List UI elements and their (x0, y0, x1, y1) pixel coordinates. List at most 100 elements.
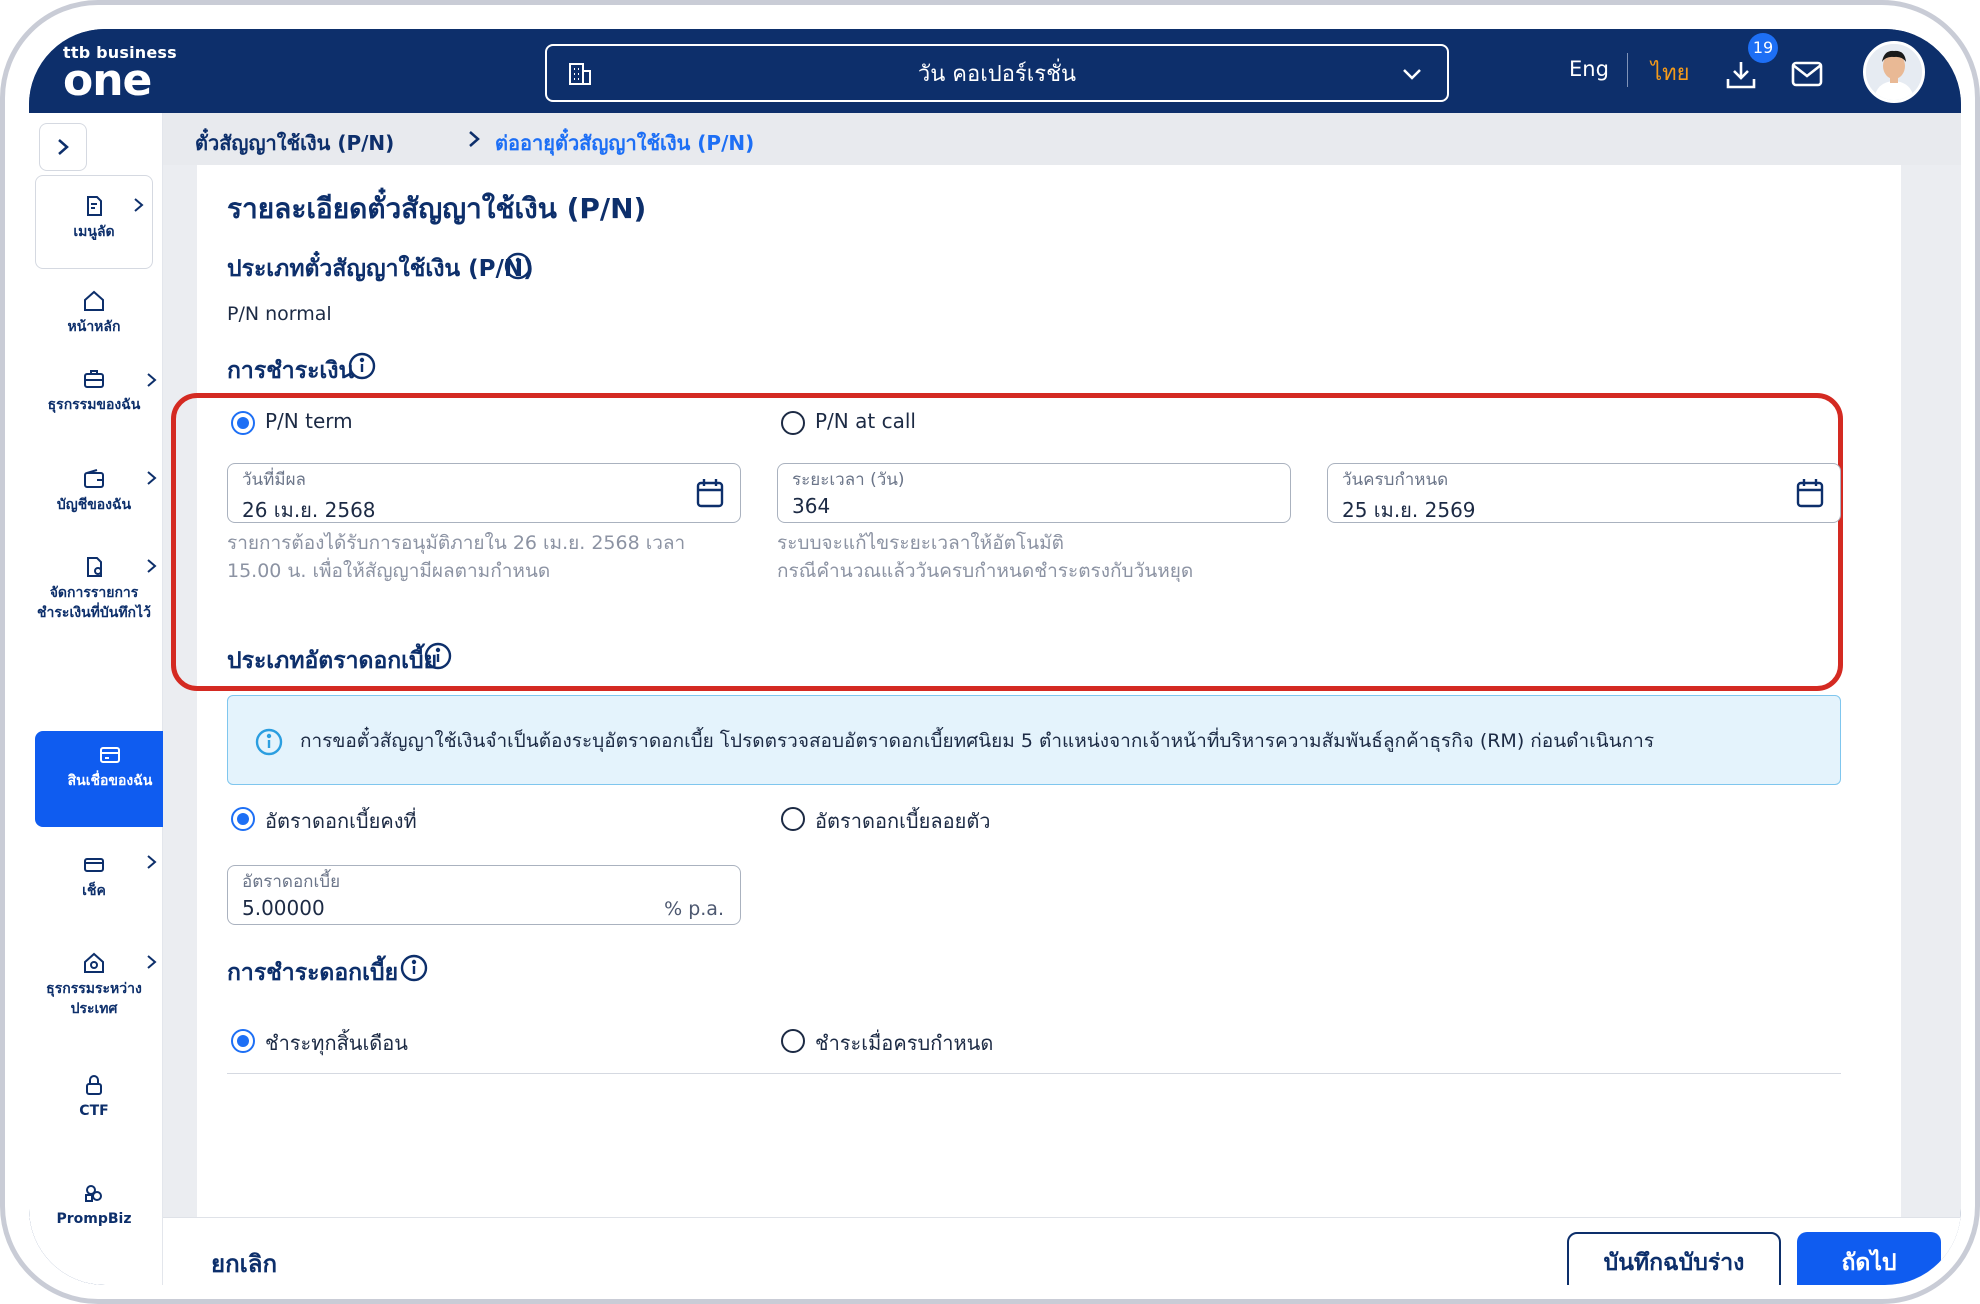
rate-type-heading: ประเภทอัตราดอกเบี้ย (227, 648, 438, 674)
radio-fixed-rate-label[interactable]: อัตราดอกเบี้ยคงที่ (265, 805, 417, 837)
radio-pay-monthly-label[interactable]: ชำระทุกสิ้นเดือน (265, 1027, 408, 1059)
maturity-date-field[interactable]: วันครบกำหนด 25 เม.ย. 2569 (1327, 463, 1841, 523)
field-value: 364 (792, 494, 831, 518)
sidebar-item-cheque[interactable]: เช็ค (35, 853, 157, 901)
user-avatar[interactable] (1863, 41, 1925, 103)
sidebar: เมนูลัด หน้าหลัก ธุรกรรมของฉัน บัญชีของฉ… (29, 113, 185, 1285)
form-content: รายละเอียดตั๋วสัญญาใช้เงิน (P/N) ประเภทต… (171, 165, 1901, 1285)
save-draft-button[interactable]: บันทึกฉบับร่าง (1567, 1232, 1781, 1285)
mail-icon[interactable] (1791, 61, 1823, 87)
pn-type-heading: ประเภทตั๋วสัญญาใช้เงิน (P/N) (227, 256, 534, 282)
radio-pay-at-maturity[interactable] (781, 1029, 805, 1053)
user-photo (1866, 44, 1922, 100)
field-label: วันครบกำหนด (1342, 470, 1449, 490)
effective-date-field[interactable]: วันที่มีผล 26 เม.ย. 2568 (227, 463, 741, 523)
chevron-right-icon (134, 198, 144, 212)
device-frame: ttb business one วัน คอเปอร์เรชั่น Eng ไ… (0, 0, 1980, 1304)
top-header: ttb business one วัน คอเปอร์เรชั่น Eng ไ… (29, 29, 1961, 113)
field-label: วันที่มีผล (242, 470, 306, 490)
duration-hint-1: ระบบจะแก้ไขระยะเวลาให้อัตโนมัติ (777, 532, 1064, 554)
sidebar-item-label: เช็ค (82, 883, 106, 899)
rate-notice: การขอตั๋วสัญญาใช้เงินจำเป็นต้องระบุอัตรา… (227, 695, 1841, 785)
field-value: 26 เม.ย. 2568 (242, 498, 376, 522)
language-thai[interactable]: ไทย (1651, 55, 1689, 90)
field-label: ระยะเวลา (วัน) (792, 470, 905, 490)
sidebar-item-label: CTF (79, 1103, 109, 1119)
card-icon (100, 747, 120, 763)
interest-rate-field[interactable]: อัตราดอกเบี้ย 5.00000 % p.a. (227, 865, 741, 925)
radio-floating-rate-label[interactable]: อัตราดอกเบี้ยลอยตัว (815, 805, 991, 837)
logo[interactable]: one (63, 59, 152, 103)
sidebar-item-prompbiz[interactable]: PrompBiz (35, 1181, 153, 1229)
sidebar-item-label: หน้าหลัก (67, 319, 121, 335)
company-selector[interactable]: วัน คอเปอร์เรชั่น (545, 44, 1449, 102)
effective-date-hint-1: รายการต้องได้รับการอนุมัติภายใน 26 เม.ย.… (227, 532, 686, 554)
pn-type-value: P/N normal (227, 303, 332, 325)
next-button[interactable]: ถัดไป (1797, 1232, 1941, 1285)
radio-floating-rate[interactable] (781, 807, 805, 831)
radio-pn-at-call-label[interactable]: P/N at call (815, 409, 916, 433)
breadcrumb: ตั๋วสัญญาใช้เงิน (P/N) ต่ออายุตั๋วสัญญาใ… (163, 113, 1961, 165)
action-footer: ยกเลิก บันทึกฉบับร่าง ถัดไป (163, 1217, 1961, 1285)
home-icon (84, 290, 104, 311)
building-icon (569, 63, 591, 85)
chevron-right-icon (469, 131, 480, 147)
prompbiz-icon (85, 1185, 102, 1202)
duration-hint-2: กรณีคำนวณแล้ววันครบกำหนดชำระตรงกับวันหยุ… (777, 560, 1194, 582)
language-english[interactable]: Eng (1569, 57, 1609, 81)
chevron-right-icon (147, 373, 157, 387)
info-icon[interactable] (347, 351, 377, 381)
sidebar-expand-button[interactable] (39, 123, 87, 171)
chevron-right-icon (147, 471, 157, 485)
interest-payment-heading: การชำระดอกเบี้ย (227, 960, 399, 986)
radio-pn-term-label[interactable]: P/N term (265, 409, 353, 433)
lock-icon (86, 1075, 102, 1095)
main-area: ตั๋วสัญญาใช้เงิน (P/N) ต่ออายุตั๋วสัญญาใ… (163, 113, 1961, 1285)
cancel-button[interactable]: ยกเลิก (211, 1244, 277, 1283)
info-icon[interactable] (399, 953, 429, 983)
page-title: รายละเอียดตั๋วสัญญาใช้เงิน (P/N) (227, 192, 647, 225)
radio-pay-monthly[interactable] (231, 1029, 255, 1053)
radio-pn-term[interactable] (231, 411, 255, 435)
sidebar-item-label: จัดการรายการชำระเงินที่บันทึกไว้ (37, 585, 151, 621)
download-icon[interactable] (1725, 59, 1757, 91)
info-icon[interactable] (503, 251, 533, 281)
sidebar-item-international[interactable]: ธุรกรรมระหว่างประเทศ (29, 951, 165, 1019)
sidebar-item-label: เมนูลัด (73, 224, 115, 240)
sidebar-item-home[interactable]: หน้าหลัก (35, 289, 153, 337)
sidebar-item-label: ธุรกรรมของฉัน (47, 397, 141, 413)
app-window: ttb business one วัน คอเปอร์เรชั่น Eng ไ… (29, 29, 1961, 1285)
sidebar-item-label: บัญชีของฉัน (56, 497, 132, 513)
info-icon[interactable] (423, 641, 453, 671)
sidebar-item-label: ธุรกรรมระหว่างประเทศ (46, 981, 142, 1017)
company-name: วัน คอเปอร์เรชั่น (917, 61, 1077, 87)
sidebar-item-ctf[interactable]: CTF (35, 1073, 153, 1121)
radio-fixed-rate[interactable] (231, 807, 255, 831)
notice-text: การขอตั๋วสัญญาใช้เงินจำเป็นต้องระบุอัตรา… (300, 730, 1655, 752)
briefcase-icon (84, 370, 104, 388)
sidebar-item-shortcut[interactable]: เมนูลัด (35, 175, 153, 269)
duration-field[interactable]: ระยะเวลา (วัน) 364 (777, 463, 1291, 523)
breadcrumb-current: ต่ออายุตั๋วสัญญาใช้เงิน (P/N) (495, 131, 755, 155)
sidebar-item-my-transactions[interactable]: ธุรกรรมของฉัน (35, 367, 157, 415)
section-divider (227, 1073, 1841, 1074)
chevron-right-icon (58, 139, 69, 155)
radio-pay-at-maturity-label[interactable]: ชำระเมื่อครบกำหนด (815, 1027, 993, 1059)
chevron-right-icon (147, 955, 157, 969)
field-value: 5.00000 (242, 896, 325, 920)
effective-date-hint-2: 15.00 น. เพื่อให้สัญญามีผลตามกำหนด (227, 560, 551, 582)
sidebar-item-label: PrompBiz (56, 1211, 132, 1227)
calendar-icon[interactable] (1796, 478, 1824, 508)
sidebar-item-my-accounts[interactable]: บัญชีของฉัน (35, 467, 157, 515)
payment-heading: การชำระเงิน (227, 358, 355, 384)
global-home-icon (84, 952, 104, 973)
field-label: อัตราดอกเบี้ย (242, 872, 341, 892)
sidebar-item-saved-payments[interactable]: จัดการรายการชำระเงินที่บันทึกไว้ (35, 555, 157, 623)
language-divider (1627, 53, 1628, 87)
radio-pn-at-call[interactable] (781, 411, 805, 435)
breadcrumb-parent[interactable]: ตั๋วสัญญาใช้เงิน (P/N) (195, 127, 394, 159)
field-value: 25 เม.ย. 2569 (1342, 498, 1476, 522)
cheque-icon (84, 858, 104, 872)
chevron-down-icon (1403, 69, 1421, 80)
calendar-icon[interactable] (696, 478, 724, 508)
